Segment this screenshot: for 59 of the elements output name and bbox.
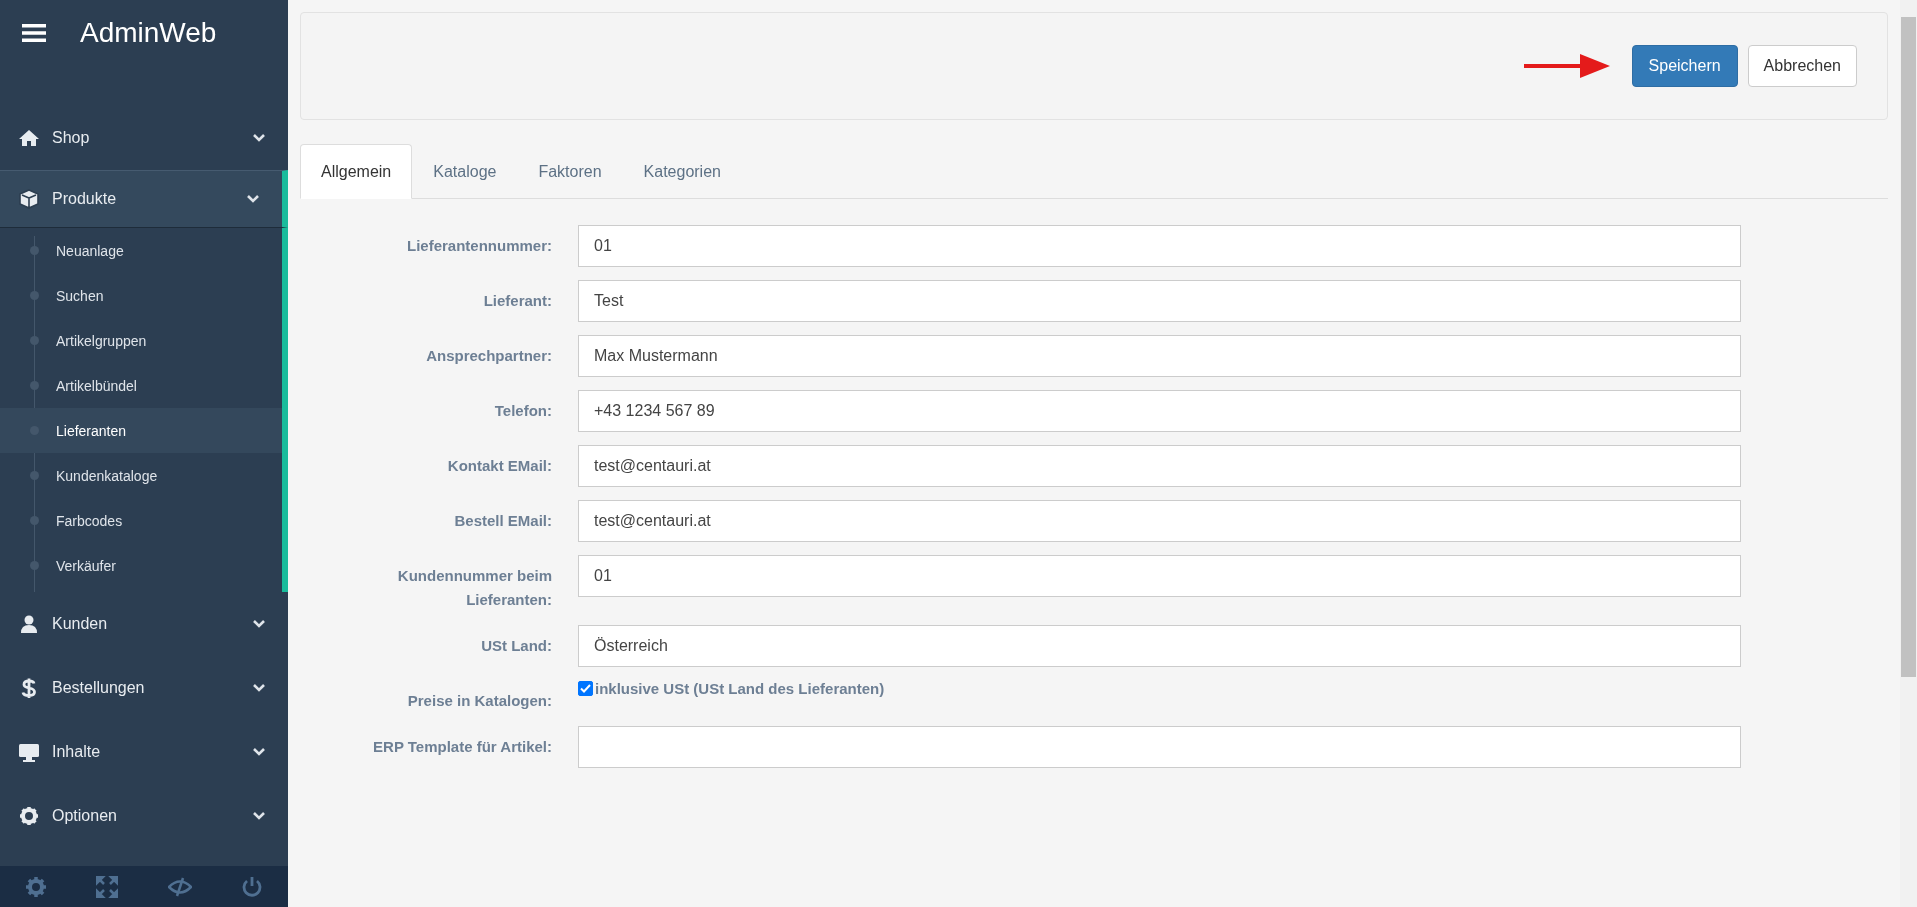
sidebar-item[interactable]: Inhalte: [0, 720, 288, 784]
field-label: ERP Template für Artikel:: [372, 737, 552, 757]
submenu-item[interactable]: Verkäufer: [0, 543, 282, 588]
input-field[interactable]: 01: [578, 555, 1741, 597]
cube-icon: [18, 189, 40, 209]
input-field[interactable]: +43 1234 567 89: [578, 390, 1741, 432]
field-label: Telefon:: [493, 401, 552, 421]
field-label: Bestell EMail:: [453, 511, 552, 531]
input-field[interactable]: Test: [578, 280, 1741, 322]
field-label: Kundennummer beim Lieferanten:: [396, 566, 552, 610]
app-title: AdminWeb: [80, 17, 217, 49]
tab[interactable]: Kategorien: [622, 144, 742, 199]
tab[interactable]: Kataloge: [412, 144, 518, 199]
chevron-down-icon: [252, 619, 266, 629]
input-field[interactable]: [578, 726, 1741, 768]
input-field[interactable]: Österreich: [578, 625, 1741, 667]
eye-slash-icon[interactable]: [167, 875, 192, 898]
sidebar-item[interactable]: Optionen: [0, 784, 288, 848]
sidebar-item[interactable]: Bestellungen: [0, 656, 288, 720]
input-field[interactable]: Max Mustermann: [578, 335, 1741, 377]
chevron-down-icon: [246, 194, 260, 204]
field-label: Lieferantennummer:: [405, 236, 552, 256]
menu-icon[interactable]: [22, 23, 46, 43]
checkbox-label: inklusive USt (USt Land des Lieferanten): [595, 680, 885, 697]
input-field[interactable]: 01: [578, 225, 1741, 267]
chevron-down-icon: [252, 811, 266, 821]
tab[interactable]: Faktoren: [517, 144, 623, 199]
gear-icon: [18, 806, 40, 826]
sidebar-item[interactable]: Kunden: [0, 592, 288, 656]
field-label: Ansprechpartner:: [425, 346, 552, 366]
scrollbar-thumb[interactable]: [1901, 17, 1916, 677]
chevron-down-icon: [252, 747, 266, 757]
field-label: Kontakt EMail:: [446, 456, 552, 476]
submenu-item[interactable]: Neuanlage: [0, 228, 282, 273]
field-label: USt Land:: [480, 636, 552, 656]
sidebar-item[interactable]: Produkte: [0, 170, 288, 228]
field-label: Preise in Katalogen:: [406, 691, 552, 711]
home-icon: [18, 128, 40, 148]
submenu-item[interactable]: Artikelbündel: [0, 363, 282, 408]
submenu-item[interactable]: Kundenkataloge: [0, 453, 282, 498]
fullscreen-icon[interactable]: [96, 875, 119, 898]
submenu-item[interactable]: Suchen: [0, 273, 282, 318]
input-field[interactable]: test@centauri.at: [578, 445, 1741, 487]
checkbox[interactable]: [578, 681, 593, 696]
user-icon: [18, 614, 40, 634]
power-icon[interactable]: [241, 875, 264, 898]
chevron-down-icon: [252, 683, 266, 693]
tab[interactable]: Allgemein: [300, 144, 413, 199]
sidebar-item[interactable]: Shop: [0, 106, 288, 170]
submenu-item[interactable]: Farbcodes: [0, 498, 282, 543]
save-button[interactable]: Speichern: [1631, 45, 1738, 87]
submenu-item[interactable]: Lieferanten: [0, 408, 282, 453]
settings-icon[interactable]: [24, 875, 47, 898]
submenu-item[interactable]: Artikelgruppen: [0, 318, 282, 363]
input-field[interactable]: test@centauri.at: [578, 500, 1741, 542]
field-label: Lieferant:: [482, 291, 552, 311]
monitor-icon: [18, 742, 40, 762]
cancel-button[interactable]: Abbrechen: [1747, 45, 1857, 87]
chevron-down-icon: [252, 133, 266, 143]
